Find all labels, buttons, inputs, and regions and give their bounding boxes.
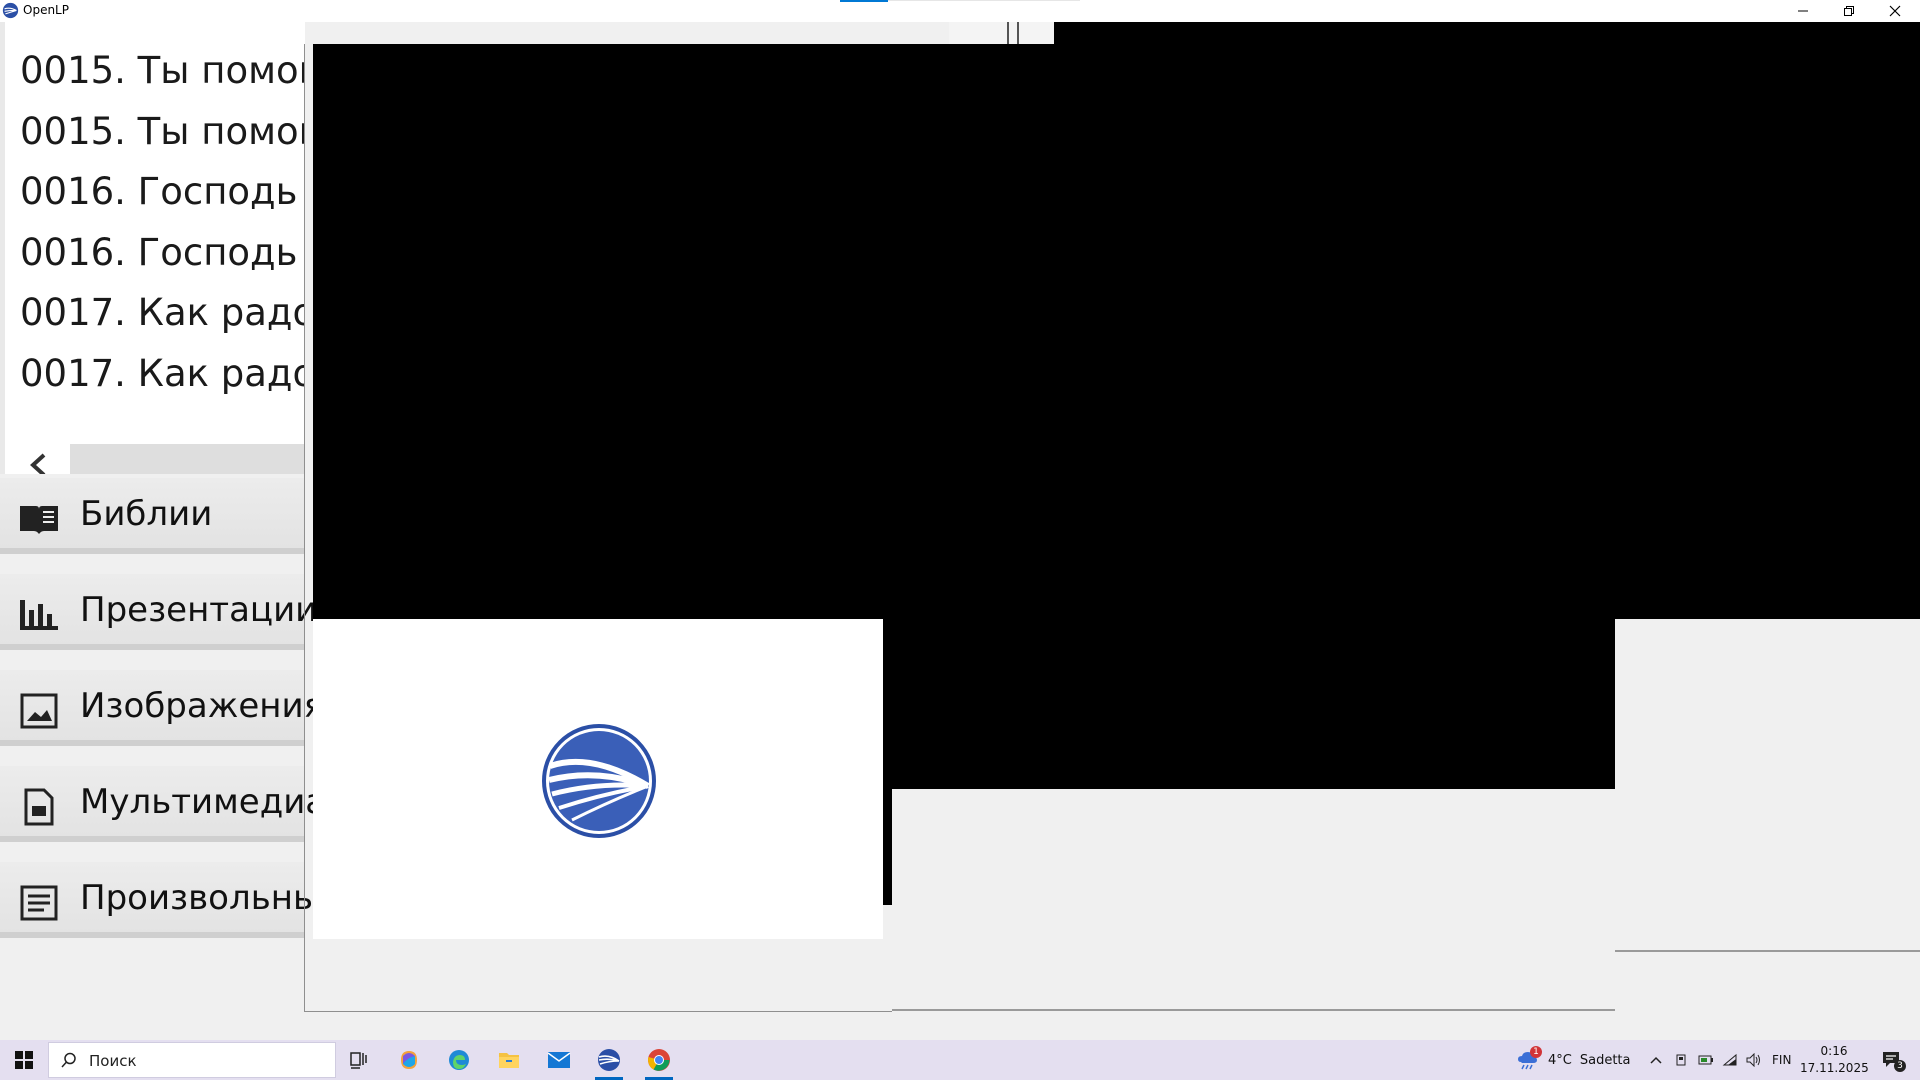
song-library-list[interactable]: 0015. Ты помоц 0015. Ты помоц 0016. Госп… bbox=[0, 22, 305, 474]
taskbar: Поиск 1 4°C Sadetta FIN 0:16 17.11.2025 … bbox=[0, 1040, 1920, 1080]
slide-controller-panel bbox=[892, 789, 1615, 1011]
close-icon bbox=[1889, 5, 1901, 17]
horizontal-scrollbar[interactable] bbox=[10, 440, 305, 474]
chrome-icon bbox=[648, 1049, 670, 1071]
language-indicator: FIN bbox=[1772, 1053, 1792, 1067]
window-progress-line bbox=[888, 0, 1080, 1]
toolbar-splitter[interactable] bbox=[949, 22, 1054, 44]
chevron-up-icon bbox=[1650, 1056, 1662, 1064]
restore-button[interactable] bbox=[1826, 0, 1872, 22]
plugin-label: Произвольны bbox=[80, 878, 320, 918]
openlp-taskbar-button[interactable] bbox=[586, 1040, 632, 1080]
clock-date: 17.11.2025 bbox=[1800, 1061, 1869, 1075]
list-item[interactable]: 0017. Как радос bbox=[20, 290, 305, 351]
chevron-left-icon[interactable] bbox=[28, 452, 50, 474]
battery-icon bbox=[1698, 1055, 1713, 1065]
list-item[interactable]: 0016. Господь Г bbox=[20, 169, 305, 230]
media-file-icon bbox=[24, 788, 54, 826]
list-item[interactable]: 0015. Ты помоц bbox=[20, 109, 305, 170]
close-button[interactable] bbox=[1872, 0, 1918, 22]
list-item[interactable]: 0015. Ты помоц bbox=[20, 48, 305, 109]
plugin-label: Мультимедиа bbox=[80, 782, 327, 822]
openlp-logo-icon bbox=[542, 724, 656, 838]
title-bar: OpenLP bbox=[0, 0, 1920, 22]
window-progress-accent bbox=[840, 0, 888, 2]
list-item[interactable]: 0016. Господь Г bbox=[20, 230, 305, 291]
panel-border bbox=[304, 1011, 892, 1012]
clock[interactable]: 0:16 17.11.2025 bbox=[1800, 1043, 1869, 1077]
splitter-handle bbox=[1017, 22, 1019, 44]
panel-border bbox=[304, 44, 305, 1012]
openlp-logo-icon bbox=[598, 1049, 620, 1071]
windows-logo-icon bbox=[15, 1051, 33, 1069]
weather-alert-badge: 1 bbox=[1530, 1046, 1542, 1058]
live-preview-display bbox=[313, 44, 1920, 619]
weather-temp: 4°C bbox=[1548, 1052, 1572, 1068]
list-item[interactable]: 0017. Как радос bbox=[20, 351, 305, 412]
weather-description: Sadetta bbox=[1579, 1052, 1631, 1068]
plugin-button-custom[interactable]: Произвольны bbox=[0, 862, 320, 938]
edge-button[interactable] bbox=[436, 1040, 482, 1080]
custom-slide-icon bbox=[20, 885, 58, 921]
bar-chart-icon bbox=[20, 600, 58, 630]
mail-button[interactable] bbox=[536, 1040, 582, 1080]
splitter-handle bbox=[1007, 22, 1009, 44]
folder-icon bbox=[499, 1053, 519, 1068]
search-placeholder: Поиск bbox=[89, 1052, 137, 1070]
weather-widget[interactable]: 1 4°C Sadetta bbox=[1516, 1040, 1631, 1080]
window-title: OpenLP bbox=[23, 3, 69, 17]
start-button[interactable] bbox=[0, 1040, 48, 1080]
minimize-button[interactable] bbox=[1780, 0, 1826, 22]
camera-icon bbox=[1676, 1054, 1686, 1066]
copilot-button[interactable] bbox=[386, 1040, 432, 1080]
plugin-button-images[interactable]: Изображения bbox=[0, 670, 324, 746]
live-display-top bbox=[1054, 22, 1920, 44]
task-view-button[interactable] bbox=[336, 1040, 382, 1080]
input-language[interactable]: FIN bbox=[1772, 1040, 1791, 1080]
side-panel bbox=[1615, 719, 1920, 952]
live-preview-display-lower bbox=[880, 619, 1615, 789]
plugin-button-media[interactable]: Мультимедиа bbox=[0, 766, 326, 842]
wifi-icon bbox=[1722, 1053, 1737, 1066]
notification-count-badge: 3 bbox=[1894, 1060, 1906, 1072]
edge-icon bbox=[449, 1050, 469, 1070]
plugin-label: Изображения bbox=[80, 686, 325, 726]
taskbar-search[interactable]: Поиск bbox=[48, 1042, 336, 1078]
file-explorer-button[interactable] bbox=[486, 1040, 532, 1080]
chrome-button[interactable] bbox=[636, 1040, 682, 1080]
restore-icon bbox=[1844, 6, 1854, 16]
splash-logo-panel bbox=[313, 619, 883, 939]
openlp-logo-icon bbox=[2, 2, 19, 19]
search-icon bbox=[61, 1052, 76, 1068]
task-view-icon bbox=[350, 1052, 367, 1069]
plugin-label: Библии bbox=[80, 494, 213, 534]
song-list: 0015. Ты помоц 0015. Ты помоц 0016. Госп… bbox=[20, 48, 305, 411]
copilot-icon bbox=[401, 1051, 417, 1069]
scrollbar-thumb[interactable] bbox=[70, 444, 305, 474]
mail-icon bbox=[547, 1052, 571, 1068]
clock-time: 0:16 bbox=[1820, 1044, 1848, 1058]
plugin-label: Презентации bbox=[80, 590, 318, 630]
volume-control[interactable] bbox=[1740, 1040, 1768, 1080]
speaker-icon bbox=[1746, 1053, 1760, 1067]
bible-icon bbox=[20, 506, 58, 534]
plugin-button-presentations[interactable]: Презентации bbox=[0, 574, 317, 650]
notification-center-button[interactable]: 3 bbox=[1872, 1040, 1912, 1080]
minimize-icon bbox=[1798, 10, 1808, 12]
plugin-button-bibles[interactable]: Библии bbox=[0, 478, 305, 554]
image-icon bbox=[20, 693, 58, 729]
